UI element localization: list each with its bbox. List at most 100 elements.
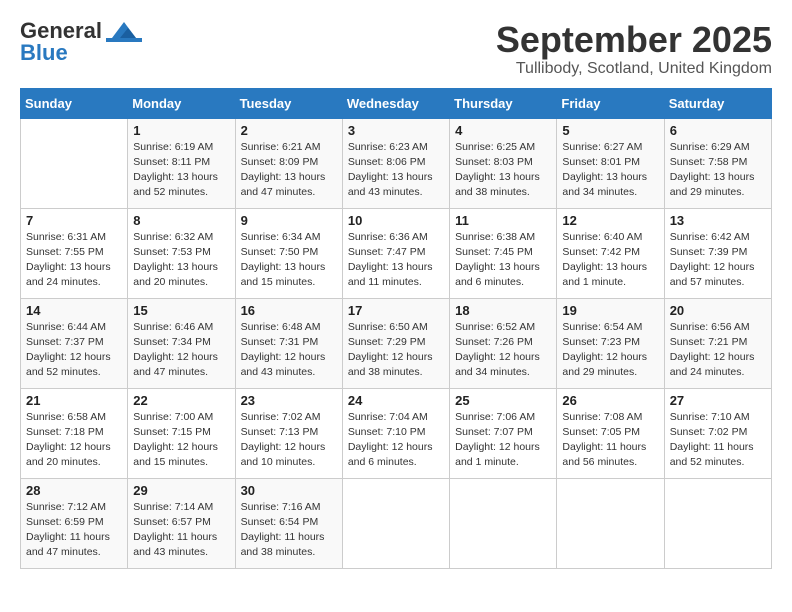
day-number: 25 <box>455 393 551 408</box>
day-info: Sunrise: 7:10 AMSunset: 7:02 PMDaylight:… <box>670 410 766 471</box>
calendar-cell: 22 Sunrise: 7:00 AMSunset: 7:15 PMDayligh… <box>128 388 235 478</box>
calendar-cell <box>21 118 128 208</box>
calendar-cell: 6 Sunrise: 6:29 AMSunset: 7:58 PMDaylight… <box>664 118 771 208</box>
day-info: Sunrise: 6:25 AMSunset: 8:03 PMDaylight:… <box>455 140 551 201</box>
day-info: Sunrise: 6:21 AMSunset: 8:09 PMDaylight:… <box>241 140 337 201</box>
day-info: Sunrise: 7:14 AMSunset: 6:57 PMDaylight:… <box>133 500 229 561</box>
month-title: September 2025 <box>496 20 772 60</box>
calendar-cell: 10Sunrise: 6:36 AMSunset: 7:47 PMDayligh… <box>342 208 449 298</box>
calendar-cell: 16Sunrise: 6:48 AMSunset: 7:31 PMDayligh… <box>235 298 342 388</box>
logo-blue-text: Blue <box>20 42 68 64</box>
calendar-cell: 13Sunrise: 6:42 AMSunset: 7:39 PMDayligh… <box>664 208 771 298</box>
calendar-cell <box>342 478 449 568</box>
title-block: September 2025 Tullibody, Scotland, Unit… <box>496 20 772 78</box>
day-info: Sunrise: 6:52 AMSunset: 7:26 PMDaylight:… <box>455 320 551 381</box>
day-info: Sunrise: 7:16 AMSunset: 6:54 PMDaylight:… <box>241 500 337 561</box>
day-info: Sunrise: 6:19 AMSunset: 8:11 PMDaylight:… <box>133 140 229 201</box>
calendar-cell: 27 Sunrise: 7:10 AMSunset: 7:02 PMDayligh… <box>664 388 771 478</box>
day-number: 29 <box>133 483 229 498</box>
calendar-cell: 24 Sunrise: 7:04 AMSunset: 7:10 PMDayligh… <box>342 388 449 478</box>
calendar-week-5: 28 Sunrise: 7:12 AMSunset: 6:59 PMDayligh… <box>21 478 772 568</box>
day-info: Sunrise: 6:32 AMSunset: 7:53 PMDaylight:… <box>133 230 229 291</box>
day-number: 12 <box>562 213 658 228</box>
day-info: Sunrise: 7:06 AMSunset: 7:07 PMDaylight:… <box>455 410 551 471</box>
day-info: Sunrise: 6:50 AMSunset: 7:29 PMDaylight:… <box>348 320 444 381</box>
logo-icon <box>106 20 142 42</box>
day-number: 4 <box>455 123 551 138</box>
day-info: Sunrise: 6:46 AMSunset: 7:34 PMDaylight:… <box>133 320 229 381</box>
day-number: 6 <box>670 123 766 138</box>
calendar-cell: 21 Sunrise: 6:58 AMSunset: 7:18 PMDayligh… <box>21 388 128 478</box>
calendar-cell: 23 Sunrise: 7:02 AMSunset: 7:13 PMDayligh… <box>235 388 342 478</box>
calendar-cell: 19 Sunrise: 6:54 AMSunset: 7:23 PMDayligh… <box>557 298 664 388</box>
calendar-week-2: 7 Sunrise: 6:31 AMSunset: 7:55 PMDaylight… <box>21 208 772 298</box>
col-header-friday: Friday <box>557 88 664 118</box>
calendar-week-1: 1Sunrise: 6:19 AMSunset: 8:11 PMDaylight… <box>21 118 772 208</box>
day-info: Sunrise: 6:58 AMSunset: 7:18 PMDaylight:… <box>26 410 122 471</box>
day-info: Sunrise: 7:08 AMSunset: 7:05 PMDaylight:… <box>562 410 658 471</box>
day-info: Sunrise: 6:38 AMSunset: 7:45 PMDaylight:… <box>455 230 551 291</box>
day-number: 11 <box>455 213 551 228</box>
day-number: 5 <box>562 123 658 138</box>
day-number: 28 <box>26 483 122 498</box>
calendar-cell: 1Sunrise: 6:19 AMSunset: 8:11 PMDaylight… <box>128 118 235 208</box>
calendar-cell: 15 Sunrise: 6:46 AMSunset: 7:34 PMDayligh… <box>128 298 235 388</box>
day-info: Sunrise: 7:12 AMSunset: 6:59 PMDaylight:… <box>26 500 122 561</box>
calendar-cell: 12 Sunrise: 6:40 AMSunset: 7:42 PMDayligh… <box>557 208 664 298</box>
location-text: Tullibody, Scotland, United Kingdom <box>496 60 772 78</box>
day-number: 7 <box>26 213 122 228</box>
calendar-cell <box>557 478 664 568</box>
day-info: Sunrise: 7:00 AMSunset: 7:15 PMDaylight:… <box>133 410 229 471</box>
day-info: Sunrise: 6:44 AMSunset: 7:37 PMDaylight:… <box>26 320 122 381</box>
day-number: 13 <box>670 213 766 228</box>
day-number: 24 <box>348 393 444 408</box>
calendar-cell: 2 Sunrise: 6:21 AMSunset: 8:09 PMDaylight… <box>235 118 342 208</box>
day-number: 10 <box>348 213 444 228</box>
day-number: 14 <box>26 303 122 318</box>
calendar-cell: 11 Sunrise: 6:38 AMSunset: 7:45 PMDayligh… <box>450 208 557 298</box>
day-number: 2 <box>241 123 337 138</box>
day-number: 30 <box>241 483 337 498</box>
calendar-table: SundayMondayTuesdayWednesdayThursdayFrid… <box>20 88 772 569</box>
day-number: 27 <box>670 393 766 408</box>
day-info: Sunrise: 6:48 AMSunset: 7:31 PMDaylight:… <box>241 320 337 381</box>
calendar-cell: 18 Sunrise: 6:52 AMSunset: 7:26 PMDayligh… <box>450 298 557 388</box>
calendar-cell: 17 Sunrise: 6:50 AMSunset: 7:29 PMDayligh… <box>342 298 449 388</box>
logo-text: General <box>20 20 102 42</box>
day-info: Sunrise: 6:54 AMSunset: 7:23 PMDaylight:… <box>562 320 658 381</box>
day-info: Sunrise: 7:02 AMSunset: 7:13 PMDaylight:… <box>241 410 337 471</box>
day-number: 19 <box>562 303 658 318</box>
day-number: 22 <box>133 393 229 408</box>
day-info: Sunrise: 6:29 AMSunset: 7:58 PMDaylight:… <box>670 140 766 201</box>
day-number: 15 <box>133 303 229 318</box>
col-header-thursday: Thursday <box>450 88 557 118</box>
day-number: 18 <box>455 303 551 318</box>
day-number: 20 <box>670 303 766 318</box>
col-header-saturday: Saturday <box>664 88 771 118</box>
calendar-cell: 4 Sunrise: 6:25 AMSunset: 8:03 PMDaylight… <box>450 118 557 208</box>
logo: General Blue <box>20 20 142 64</box>
day-info: Sunrise: 6:56 AMSunset: 7:21 PMDaylight:… <box>670 320 766 381</box>
day-number: 3 <box>348 123 444 138</box>
calendar-cell: 7 Sunrise: 6:31 AMSunset: 7:55 PMDaylight… <box>21 208 128 298</box>
calendar-cell: 14 Sunrise: 6:44 AMSunset: 7:37 PMDayligh… <box>21 298 128 388</box>
col-header-monday: Monday <box>128 88 235 118</box>
calendar-cell <box>450 478 557 568</box>
calendar-cell: 8Sunrise: 6:32 AMSunset: 7:53 PMDaylight… <box>128 208 235 298</box>
calendar-week-4: 21 Sunrise: 6:58 AMSunset: 7:18 PMDayligh… <box>21 388 772 478</box>
calendar-cell: 30 Sunrise: 7:16 AMSunset: 6:54 PMDayligh… <box>235 478 342 568</box>
day-number: 17 <box>348 303 444 318</box>
day-info: Sunrise: 6:31 AMSunset: 7:55 PMDaylight:… <box>26 230 122 291</box>
day-number: 23 <box>241 393 337 408</box>
calendar-cell: 3Sunrise: 6:23 AMSunset: 8:06 PMDaylight… <box>342 118 449 208</box>
calendar-week-3: 14 Sunrise: 6:44 AMSunset: 7:37 PMDayligh… <box>21 298 772 388</box>
calendar-cell: 26Sunrise: 7:08 AMSunset: 7:05 PMDayligh… <box>557 388 664 478</box>
calendar-cell: 29 Sunrise: 7:14 AMSunset: 6:57 PMDayligh… <box>128 478 235 568</box>
day-info: Sunrise: 6:27 AMSunset: 8:01 PMDaylight:… <box>562 140 658 201</box>
day-info: Sunrise: 6:34 AMSunset: 7:50 PMDaylight:… <box>241 230 337 291</box>
day-number: 21 <box>26 393 122 408</box>
calendar-cell: 9Sunrise: 6:34 AMSunset: 7:50 PMDaylight… <box>235 208 342 298</box>
day-info: Sunrise: 6:40 AMSunset: 7:42 PMDaylight:… <box>562 230 658 291</box>
calendar-cell: 5 Sunrise: 6:27 AMSunset: 8:01 PMDaylight… <box>557 118 664 208</box>
day-info: Sunrise: 7:04 AMSunset: 7:10 PMDaylight:… <box>348 410 444 471</box>
